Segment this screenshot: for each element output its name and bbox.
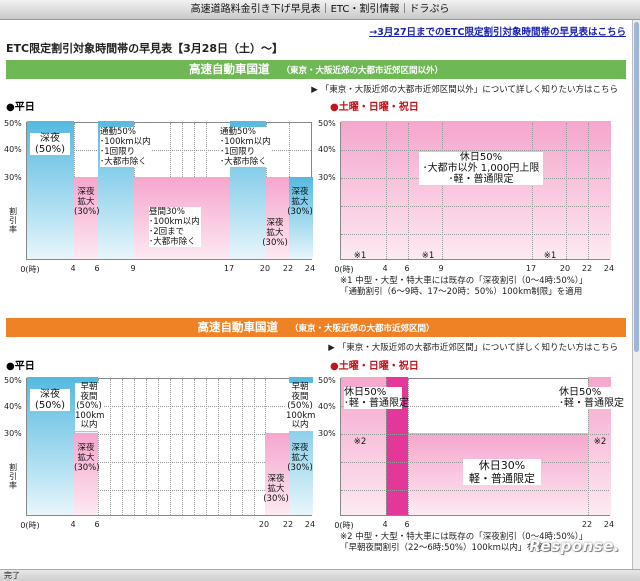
s2-wd-x20: 20	[258, 520, 270, 529]
section1-info-link[interactable]: ▶ 「東京・大阪近郊の大都市近郊区間以外」について詳しく知りたい方はこちら	[311, 83, 618, 95]
s1-wd-label-day: 昼間30% ･100km以内 ･2回まで ･大都市除く	[149, 207, 201, 247]
s2-we-x4: 4	[382, 520, 388, 529]
section1-band: 高速自動車国道 （東京・大阪近郊の大都市近郊区間以外）	[6, 60, 626, 79]
s1-we-note1: ※1	[353, 251, 367, 261]
s2-wd-yaxis-label: 割引率	[9, 463, 17, 490]
s2-wd-x6: 6	[94, 520, 100, 529]
vertical-scrollbar[interactable]	[632, 20, 640, 569]
s1-weekday-chart: 深夜 (50%) 通勤50% ･100km以内 ･1回限り ･大都市除く 深夜 …	[26, 121, 313, 260]
section1-band-title: 高速自動車国道	[188, 62, 270, 76]
s2-we-x24: 24	[603, 520, 615, 529]
s2-we-label-mid: 休日30% 軽・普通限定	[463, 459, 541, 485]
page-title: ETC限定割引対象時間帯の早見表【3月28日（土）〜】	[6, 42, 284, 55]
previous-schedule-link[interactable]: →3月27日までのETC限定割引対象時間帯の早見表はこちら	[369, 24, 626, 38]
s1-we-ytick-40: 40%	[318, 145, 336, 154]
s2-wd-x24: 24	[304, 520, 316, 529]
s1-we-x24: 24	[603, 264, 615, 273]
s1-wd-ytick-50: 50%	[4, 119, 22, 128]
s2-we-note1: ※2	[353, 437, 367, 447]
s1-wd-x9: 9	[130, 264, 136, 273]
s1-we-label-holiday: 休日50% ･大都市以外 1,000円上限 ･軽・普通限定	[419, 152, 543, 185]
s2-wd-x4: 4	[70, 520, 76, 529]
window-title: 高速道路料金引き下げ早見表｜ETC・割引情報｜ドラぷら	[0, 0, 640, 20]
page-content: →3月27日までのETC限定割引対象時間帯の早見表はこちら ETC限定割引対象時…	[0, 20, 632, 569]
s1-wd-x0: 0(時)	[20, 265, 40, 274]
s1-we-x20: 20	[559, 264, 571, 273]
s1-wd-x20: 20	[259, 264, 271, 273]
s2-wd-label-expand2: 深夜 拡大 (30%)	[263, 474, 289, 504]
watermark-logo: Response.	[529, 537, 620, 555]
s1-wd-ytick-30: 30%	[4, 173, 22, 182]
s2-weekend-chart: 休日50% ･軽・普通限定 休日50% ･軽・普通限定 休日30% 軽・普通限定…	[340, 377, 624, 516]
s2-wd-label-latenight: 早朝 夜間 (50%) 100km 以内	[286, 382, 316, 431]
s1-wd-label-expand1: 深夜 拡大 (30%)	[74, 187, 100, 217]
s1-we-x22: 22	[581, 264, 593, 273]
scrollbar-thumb[interactable]	[634, 22, 639, 352]
section2-band: 高速自動車国道 （東京・大阪近郊の大都市近郊区間）	[6, 318, 626, 337]
s2-we-label-h2: 休日50% ･軽・普通限定	[559, 387, 624, 409]
s1-we-ytick-30: 30%	[318, 173, 336, 182]
s1-wd-yaxis-label: 割引率	[9, 207, 17, 234]
s1-wd-x24: 24	[304, 264, 316, 273]
s2-weekday-title: ●平日	[6, 361, 35, 372]
s1-we-note3: ※1	[543, 251, 557, 261]
section1-info-text: 「東京・大阪近郊の大都市近郊区間以外」について詳しく知りたい方はこちら	[320, 85, 618, 95]
s1-we-ytick-50: 50%	[318, 119, 336, 128]
s2-wd-x22: 22	[282, 520, 294, 529]
s2-we-x6: 6	[404, 520, 410, 529]
s2-wd-label-night: 深夜 (50%)	[30, 389, 70, 411]
s1-we-x4: 4	[382, 264, 388, 273]
s1-footnote: ※1 中型・大型・特大車には既存の「深夜割引（0〜4時:50%）」 「通勤割引（…	[340, 276, 588, 297]
s2-wd-label-expand1: 深夜 拡大 (30%)	[74, 443, 100, 473]
section2-band-title: 高速自動車国道	[197, 320, 278, 334]
s1-weekday-title: ●平日	[6, 102, 35, 113]
s2-we-label-h1: 休日50% ･軽・普通限定	[344, 387, 409, 409]
s2-wd-ytick-40: 40%	[4, 402, 22, 411]
section1-band-sub: （東京・大阪近郊の大都市近郊区間以外）	[281, 66, 443, 76]
s2-we-note2: ※2	[593, 437, 607, 447]
s1-we-x9: 9	[438, 264, 444, 273]
s2-wd-label-expand3: 深夜 拡大 (30%)	[287, 443, 313, 473]
s1-we-x0: 0(時)	[334, 265, 354, 274]
s1-wd-x22: 22	[282, 264, 294, 273]
browser-window: 高速道路料金引き下げ早見表｜ETC・割引情報｜ドラぷら →3月27日までのETC…	[0, 0, 640, 581]
triangle-icon: ▶	[311, 85, 318, 95]
s2-we-ytick-30: 30%	[318, 429, 336, 438]
section2-info-link[interactable]: ▶ 「東京・大阪近郊の大都市近郊区間」について詳しく知りたい方はこちら	[328, 341, 618, 353]
s2-wd-x0: 0(時)	[20, 521, 40, 530]
s1-wd-x6: 6	[94, 264, 100, 273]
s1-we-x17: 17	[525, 264, 537, 273]
s1-wd-label-commute2: 通勤50% ･100km以内 ･1回限り ･大都市除く	[220, 127, 272, 167]
s2-weekend-title: ●土曜・日曜・祝日	[330, 361, 419, 372]
s1-wd-label-expand2: 深夜 拡大 (30%)	[262, 218, 288, 248]
s1-wd-ytick-40: 40%	[4, 145, 22, 154]
s2-we-ytick-40: 40%	[318, 402, 336, 411]
triangle-icon: ▶	[328, 343, 335, 353]
s2-weekday-chart: 深夜 (50%) 早朝 夜間 (50%) 100km 以内 深夜 拡大 (30%…	[26, 377, 316, 516]
s1-weekend-chart: 休日50% ･大都市以外 1,000円上限 ･軽・普通限定 ※1 ※1 ※1	[340, 121, 611, 261]
s1-we-bar-holiday	[341, 121, 611, 259]
section2-band-sub: （東京・大阪近郊の大都市近郊区間）	[289, 324, 435, 334]
section2-info-text: 「東京・大阪近郊の大都市近郊区間」について詳しく知りたい方はこちら	[337, 343, 618, 353]
s2-we-x0: 0(時)	[334, 521, 354, 530]
status-bar: 完了	[0, 569, 640, 581]
s1-wd-label-night: 深夜 (50%)	[30, 133, 70, 155]
s1-wd-label-expand3: 深夜 拡大 (30%)	[287, 187, 313, 217]
s1-wd-x17: 17	[223, 264, 235, 273]
s2-wd-label-early: 早朝 夜間 (50%) 100km 以内	[75, 382, 105, 431]
s1-weekend-title: ●土曜・日曜・祝日	[330, 102, 419, 113]
s2-we-ytick-50: 50%	[318, 376, 336, 385]
s2-wd-ytick-50: 50%	[4, 376, 22, 385]
s1-wd-x4: 4	[70, 264, 76, 273]
s1-we-x6: 6	[404, 264, 410, 273]
s2-wd-ytick-30: 30%	[4, 429, 22, 438]
s1-wd-label-commute1: 通勤50% ･100km以内 ･1回限り ･大都市除く	[100, 127, 152, 167]
s2-we-x22: 22	[581, 520, 593, 529]
s1-we-note2: ※1	[421, 251, 435, 261]
